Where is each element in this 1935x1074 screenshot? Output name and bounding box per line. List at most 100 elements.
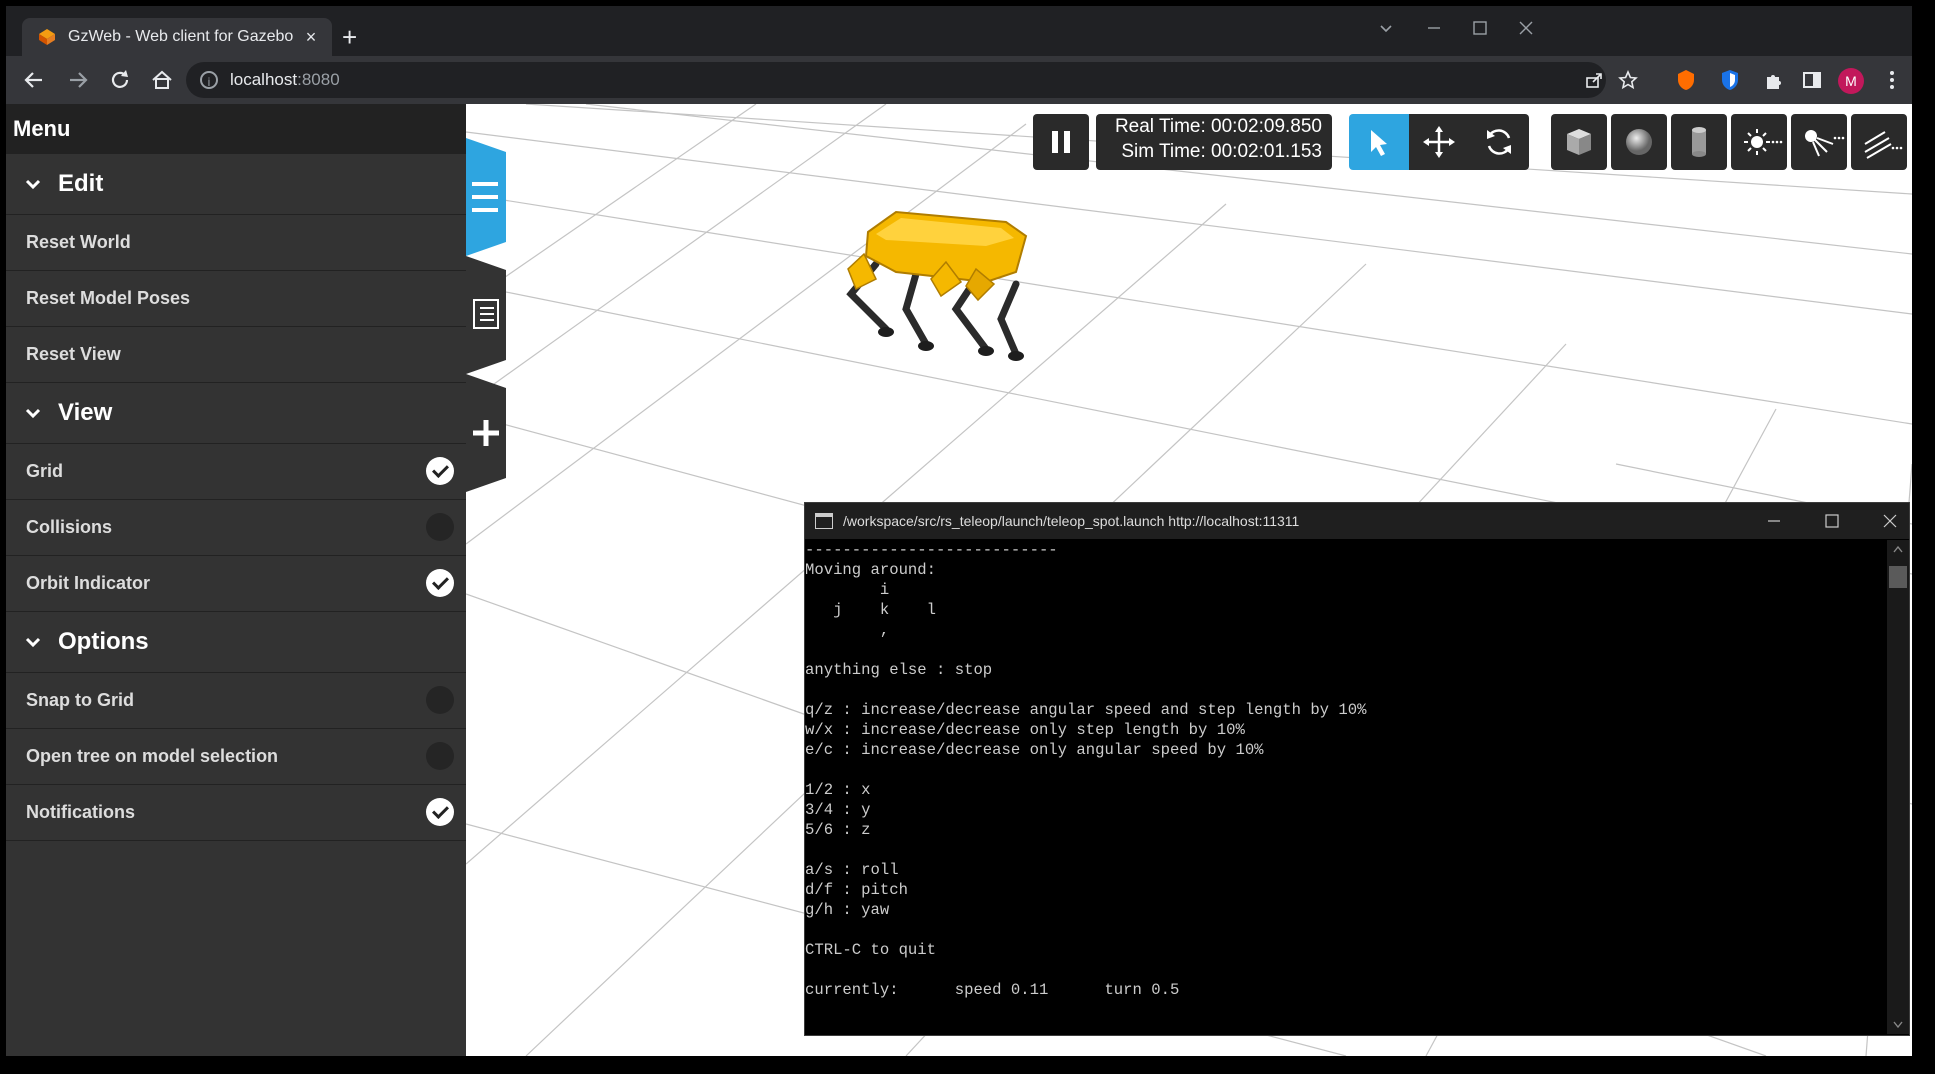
terminal-line: q/z : increase/decrease angular speed an… bbox=[805, 701, 1367, 719]
menu-item-reset-model-poses[interactable]: Reset Model Poses bbox=[6, 271, 466, 327]
terminal-minimize-icon[interactable] bbox=[1767, 514, 1781, 528]
insert-sphere-button[interactable] bbox=[1611, 114, 1667, 170]
side-panel-icon[interactable] bbox=[1800, 68, 1824, 92]
terminal-line: j k l bbox=[805, 601, 937, 619]
select-mode-button[interactable] bbox=[1349, 114, 1409, 170]
terminal-maximize-icon[interactable] bbox=[1825, 514, 1839, 528]
address-bar[interactable]: i localhost:8080 bbox=[186, 62, 1638, 98]
scroll-thumb[interactable] bbox=[1889, 566, 1907, 588]
chevron-down-icon bbox=[25, 179, 41, 190]
translate-mode-button[interactable] bbox=[1409, 114, 1469, 170]
terminal-close-icon[interactable] bbox=[1883, 514, 1897, 528]
menu-item-reset-view[interactable]: Reset View bbox=[6, 327, 466, 383]
kebab-menu-icon[interactable] bbox=[1880, 68, 1904, 92]
notifications-checkbox[interactable] bbox=[426, 798, 454, 826]
real-time-label: Real Time: bbox=[1114, 116, 1206, 137]
directional-light-icon bbox=[1864, 131, 1903, 159]
rotate-mode-button[interactable] bbox=[1469, 114, 1529, 170]
terminal-line: Moving around: bbox=[805, 561, 937, 579]
url-host: localhost bbox=[230, 70, 298, 89]
back-arrow-icon[interactable] bbox=[20, 66, 48, 94]
tab-close-icon[interactable]: × bbox=[298, 27, 324, 48]
tree-tab-button[interactable] bbox=[466, 256, 506, 374]
pause-icon bbox=[1052, 131, 1070, 153]
collisions-checkbox[interactable] bbox=[426, 513, 454, 541]
tab-search-icon[interactable] bbox=[1378, 20, 1394, 36]
scroll-up-icon[interactable] bbox=[1892, 544, 1904, 554]
insert-tab-button[interactable] bbox=[466, 374, 506, 492]
menu-item-snap-to-grid[interactable]: Snap to Grid bbox=[6, 673, 466, 729]
terminal-line: currently: speed 0.11 turn 0.5 bbox=[805, 981, 1180, 999]
menu-item-label: Reset Model Poses bbox=[26, 288, 191, 308]
insert-cylinder-button[interactable] bbox=[1671, 114, 1727, 170]
tab-title: GzWeb - Web client for Gazebo bbox=[68, 28, 294, 45]
screen: GzWeb - Web client for Gazebo × + i loca… bbox=[0, 0, 1935, 1074]
menu-item-collisions[interactable]: Collisions bbox=[6, 500, 466, 556]
extension-shield-blue-icon[interactable] bbox=[1718, 68, 1742, 92]
spot-robot-model[interactable] bbox=[846, 210, 1028, 361]
maximize-icon[interactable] bbox=[1472, 20, 1488, 36]
home-icon[interactable] bbox=[148, 66, 176, 94]
terminal-line: , bbox=[805, 621, 890, 639]
menu-item-open-tree[interactable]: Open tree on model selection bbox=[6, 729, 466, 785]
menu-item-reset-world[interactable]: Reset World bbox=[6, 215, 466, 271]
section-view-header[interactable]: View bbox=[6, 383, 466, 444]
menu-item-grid[interactable]: Grid bbox=[6, 444, 466, 500]
extensions-puzzle-icon[interactable] bbox=[1762, 68, 1786, 92]
section-edit-header[interactable]: Edit bbox=[6, 154, 466, 215]
sphere-icon bbox=[1626, 129, 1652, 155]
real-time-value: 00:02:09.850 bbox=[1211, 116, 1322, 137]
select-arrow-icon bbox=[1371, 130, 1387, 156]
insert-box-button[interactable] bbox=[1551, 114, 1607, 170]
scroll-down-icon[interactable] bbox=[1892, 1020, 1904, 1030]
open-tree-checkbox[interactable] bbox=[426, 742, 454, 770]
pause-button[interactable] bbox=[1033, 114, 1089, 170]
real-time-row: Real Time: 00:02:09.850 bbox=[1096, 114, 1332, 139]
point-light-icon bbox=[1744, 129, 1783, 155]
cylinder-icon bbox=[1692, 127, 1706, 157]
snap-to-grid-checkbox[interactable] bbox=[426, 686, 454, 714]
new-tab-button[interactable]: + bbox=[342, 24, 357, 50]
terminal-scrollbar[interactable] bbox=[1887, 540, 1909, 1034]
insert-directional-light-button[interactable] bbox=[1851, 114, 1907, 170]
menu-item-orbit-indicator[interactable]: Orbit Indicator bbox=[6, 556, 466, 612]
orbit-indicator-checkbox[interactable] bbox=[426, 569, 454, 597]
grid-checkbox[interactable] bbox=[426, 457, 454, 485]
terminal-line: d/f : pitch bbox=[805, 881, 908, 899]
menu-item-label: Collisions bbox=[26, 517, 113, 537]
menu-item-label: Grid bbox=[26, 461, 64, 481]
sim-time-row: Sim Time: 00:02:01.153 bbox=[1096, 139, 1332, 164]
gazebo-favicon-icon bbox=[39, 29, 55, 45]
menu-item-label: Open tree on model selection bbox=[26, 746, 279, 766]
reload-icon[interactable] bbox=[106, 66, 134, 94]
terminal-titlebar[interactable]: /workspace/src/rs_teleop/launch/teleop_s… bbox=[805, 503, 1909, 539]
window-close-icon[interactable] bbox=[1518, 20, 1534, 36]
sim-time-value: 00:02:01.153 bbox=[1211, 141, 1322, 162]
terminal-window[interactable]: /workspace/src/rs_teleop/launch/teleop_s… bbox=[804, 502, 1910, 1036]
browser-toolbar: i localhost:8080 M bbox=[6, 56, 1912, 104]
terminal-output[interactable]: --------------------------- Moving around… bbox=[805, 540, 1885, 1034]
terminal-title: /workspace/src/rs_teleop/launch/teleop_s… bbox=[843, 513, 1300, 529]
browser-tabstrip: GzWeb - Web client for Gazebo × + bbox=[6, 6, 1912, 56]
section-options-header[interactable]: Options bbox=[6, 612, 466, 673]
share-icon[interactable] bbox=[1584, 70, 1604, 90]
sidebar-menu: Menu Edit Reset World Reset Model Poses … bbox=[6, 104, 466, 1056]
insert-point-light-button[interactable] bbox=[1731, 114, 1787, 170]
menu-tab-button[interactable] bbox=[466, 138, 506, 256]
browser-tab[interactable]: GzWeb - Web client for Gazebo × bbox=[22, 18, 332, 56]
terminal-line: w/x : increase/decrease only step length… bbox=[805, 721, 1245, 739]
insert-spot-light-button[interactable] bbox=[1791, 114, 1847, 170]
extension-shield-orange-icon[interactable] bbox=[1674, 68, 1698, 92]
site-info-icon[interactable]: i bbox=[200, 71, 218, 89]
menu-item-notifications[interactable]: Notifications bbox=[6, 785, 466, 841]
profile-avatar[interactable]: M bbox=[1838, 68, 1864, 94]
terminal-line: CTRL-C to quit bbox=[805, 941, 937, 959]
time-panel: Real Time: 00:02:09.850 Sim Time: 00:02:… bbox=[1096, 114, 1332, 170]
forward-arrow-icon[interactable] bbox=[64, 66, 92, 94]
terminal-line: a/s : roll bbox=[805, 861, 899, 879]
bookmark-star-icon[interactable] bbox=[1618, 70, 1638, 90]
minimize-icon[interactable] bbox=[1426, 20, 1442, 36]
